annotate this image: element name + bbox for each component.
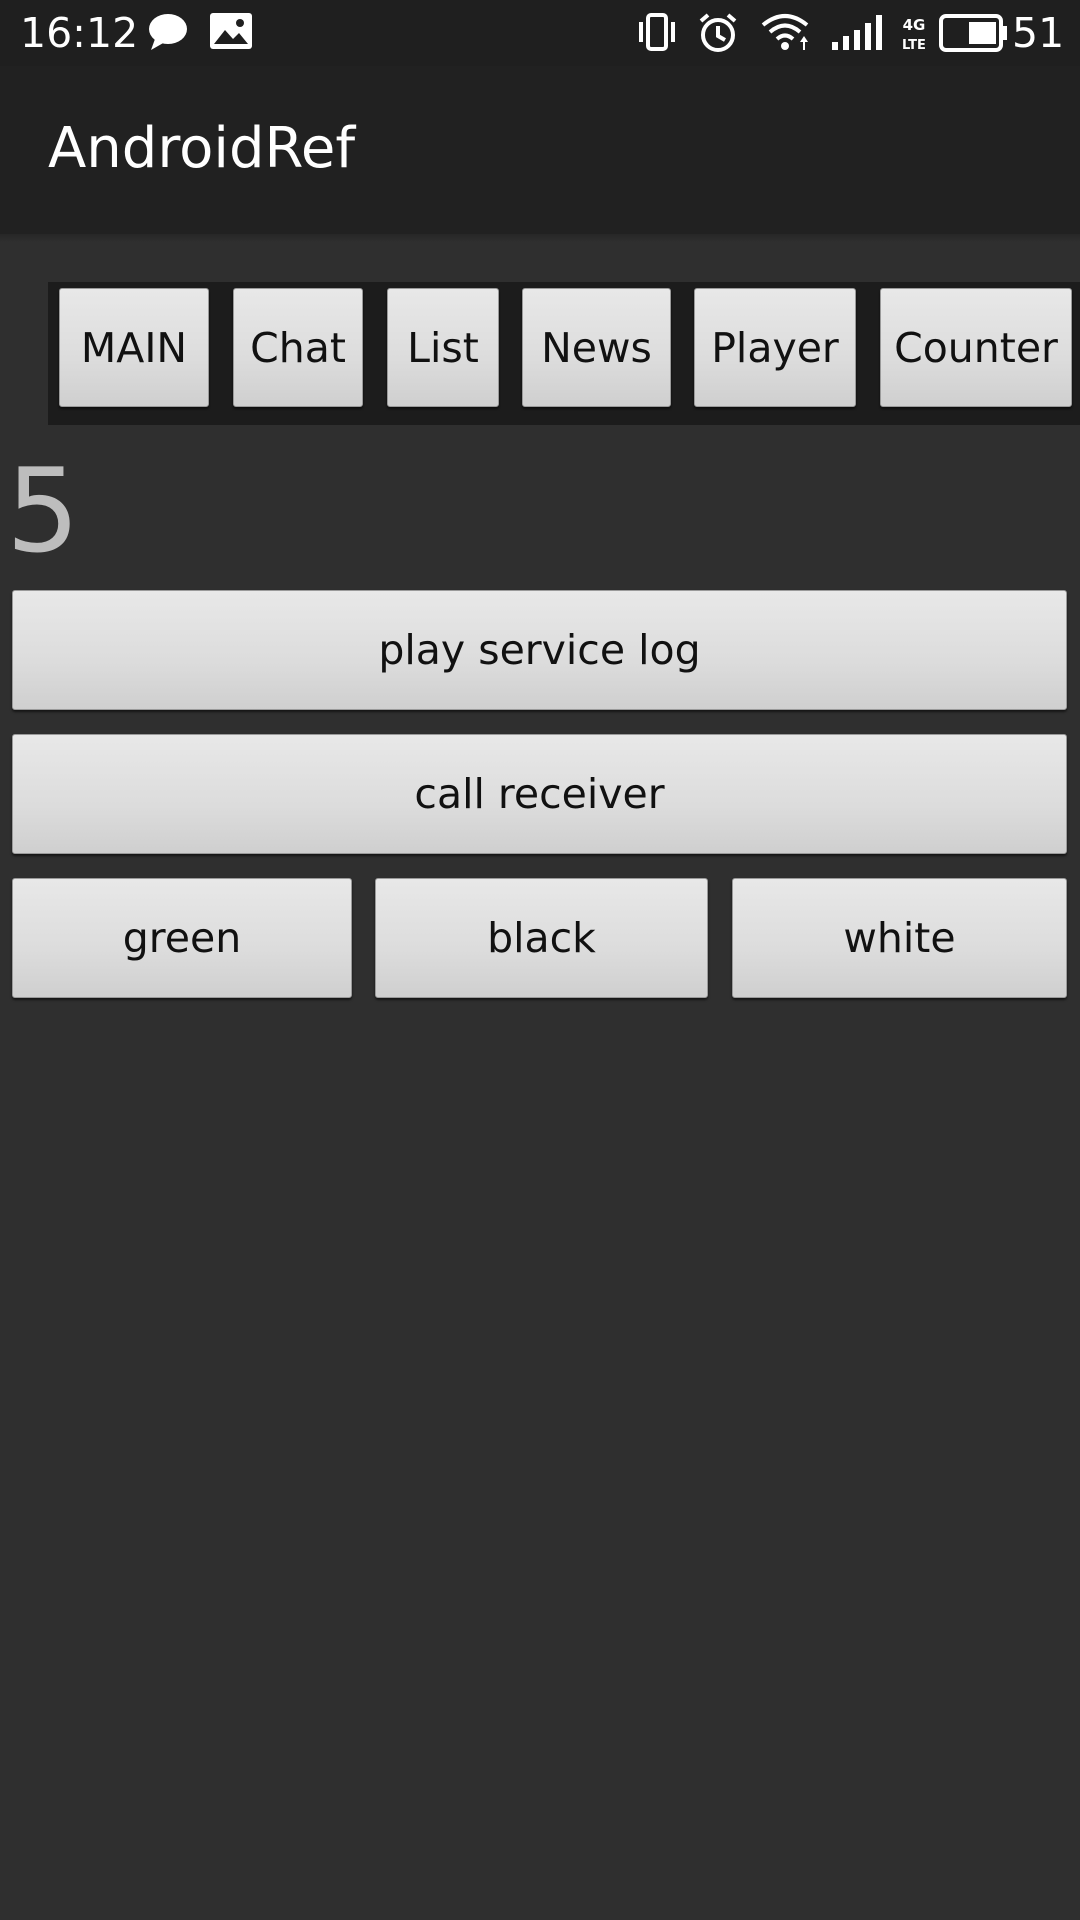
svg-text:4G: 4G bbox=[903, 16, 926, 34]
svg-text:LTE: LTE bbox=[902, 38, 926, 53]
wifi-icon bbox=[760, 12, 810, 56]
tab-player-button[interactable]: Player bbox=[694, 288, 856, 407]
call-receiver-button[interactable]: call receiver bbox=[12, 734, 1067, 854]
tab-list-button[interactable]: List bbox=[387, 288, 499, 407]
tab-chat-button[interactable]: Chat bbox=[233, 288, 363, 407]
counter-value: 5 bbox=[6, 444, 80, 579]
app-screen: 16:12 4G LTE 51 AndroidRef MAIN Chat Lis… bbox=[0, 0, 1080, 1920]
play-service-log-button[interactable]: play service log bbox=[12, 590, 1067, 710]
white-button[interactable]: white bbox=[732, 878, 1067, 998]
tab-counter-button[interactable]: Counter bbox=[880, 288, 1072, 407]
status-bar: 16:12 4G LTE 51 bbox=[0, 0, 1080, 66]
tab-main-button[interactable]: MAIN bbox=[59, 288, 209, 407]
action-bar: AndroidRef bbox=[0, 66, 1080, 234]
app-title: AndroidRef bbox=[48, 116, 356, 181]
green-button[interactable]: green bbox=[12, 878, 352, 998]
battery-icon bbox=[939, 14, 1009, 56]
battery-percent: 51 bbox=[1012, 9, 1065, 57]
alarm-icon bbox=[697, 12, 739, 58]
image-icon bbox=[209, 12, 253, 54]
action-bar-shadow bbox=[0, 234, 1080, 242]
tab-news-button[interactable]: News bbox=[522, 288, 671, 407]
chat-bubble-icon bbox=[147, 12, 189, 56]
network-4g-icon: 4G LTE bbox=[898, 14, 930, 58]
status-time: 16:12 bbox=[20, 9, 139, 57]
signal-icon bbox=[830, 12, 886, 56]
vibrate-icon bbox=[637, 12, 677, 56]
tab-strip: MAIN Chat List News Player Counter bbox=[48, 282, 1080, 425]
black-button[interactable]: black bbox=[375, 878, 708, 998]
